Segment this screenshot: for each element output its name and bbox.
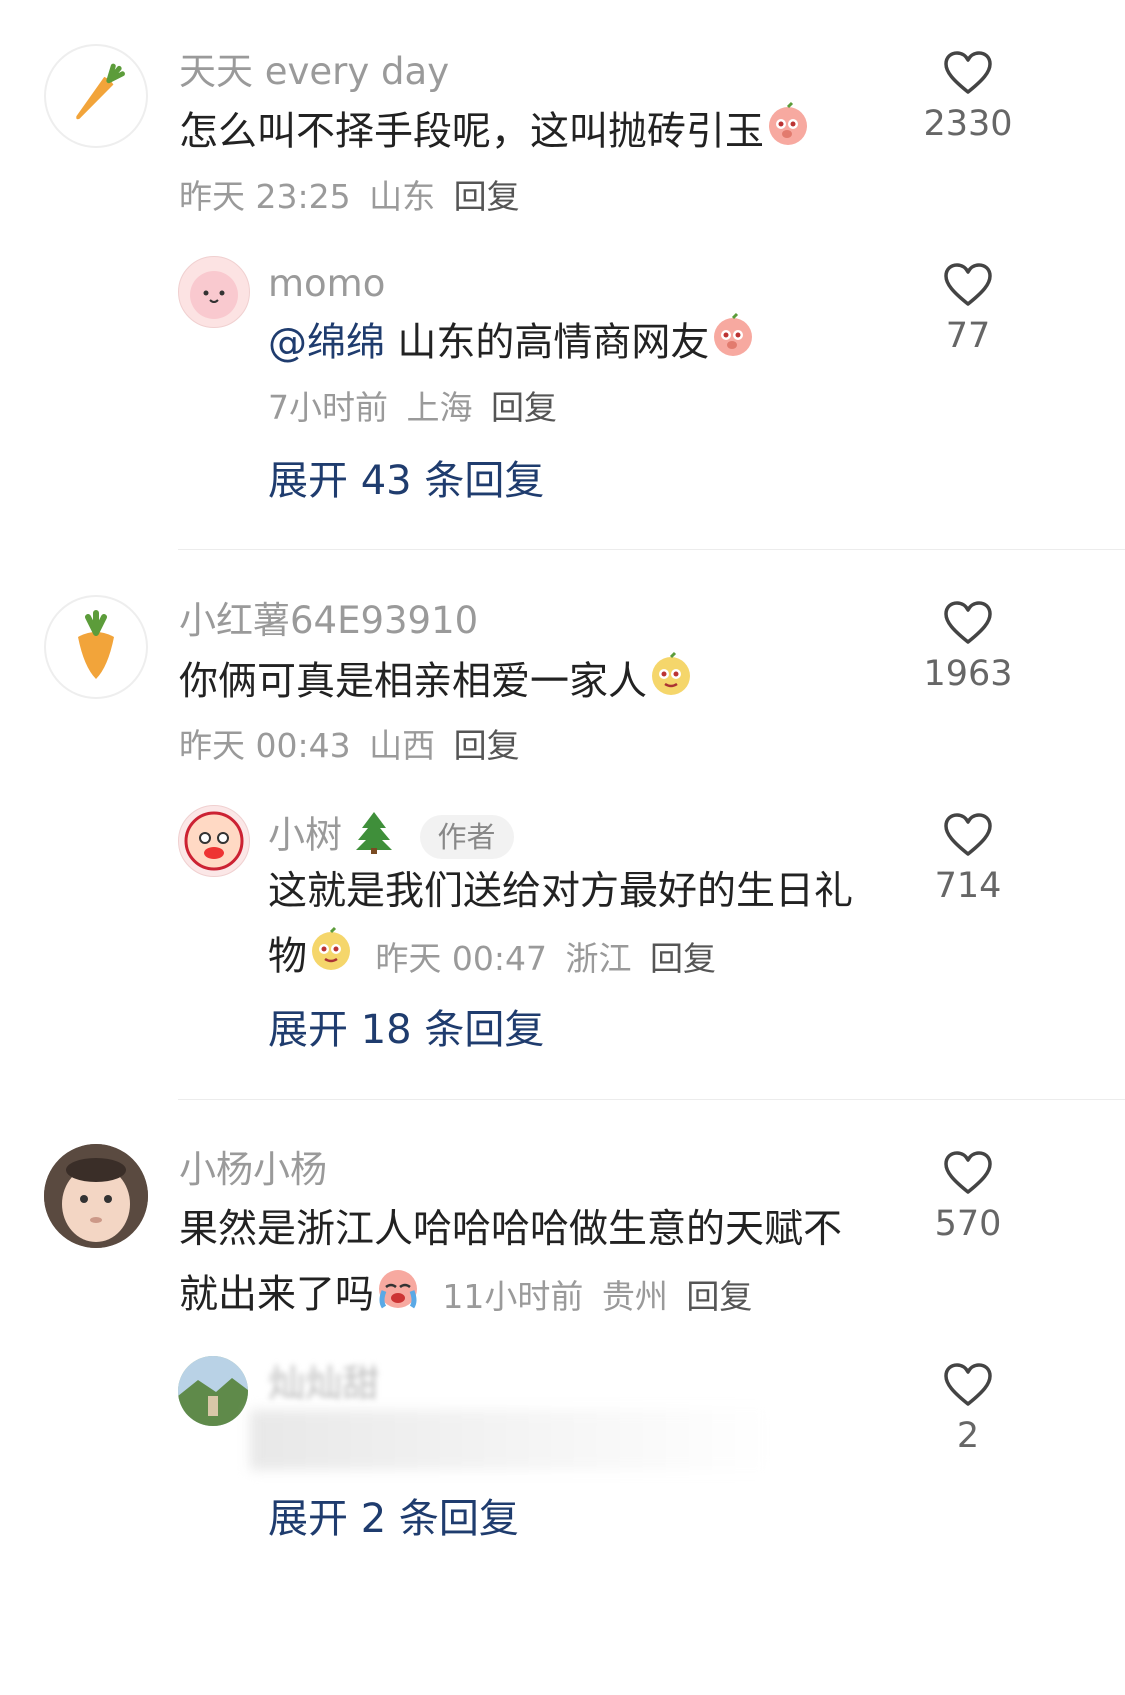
expand-replies-button[interactable]: 展开 2 条回复 <box>268 1494 519 1544</box>
reply-username[interactable]: momo <box>268 262 385 306</box>
like-count: 2 <box>956 1416 980 1456</box>
baby-photo-avatar-icon <box>44 1144 148 1248</box>
comment-body: 你俩可真是相亲相爱一家人 <box>179 659 648 705</box>
reply-button[interactable]: 回复 <box>454 177 520 216</box>
comment-time: 昨天 00:43 <box>179 726 351 765</box>
mention-link[interactable]: @绵绵 <box>268 321 385 366</box>
avatar[interactable] <box>44 595 148 699</box>
comment-location: 贵州 <box>601 1276 668 1316</box>
reply-button[interactable]: 回复 <box>491 388 557 427</box>
yellow-emoji-icon <box>647 650 695 718</box>
like-button[interactable]: 2 <box>913 1362 1023 1458</box>
reply-username[interactable]: 灿灿甜 <box>268 1362 379 1406</box>
comment-username[interactable]: 小杨小杨 <box>179 1148 327 1192</box>
comment-body: 怎么叫不择手段呢，这叫抛砖引玉 <box>179 109 765 155</box>
tree-icon <box>354 810 394 864</box>
reply-text-line2: 物 昨天 00:47 浙江 回复 <box>268 925 724 993</box>
heart-outline-icon[interactable] <box>943 50 993 96</box>
like-button[interactable]: 2330 <box>913 50 1023 146</box>
expand-replies-button[interactable]: 展开 18 条回复 <box>268 1005 544 1055</box>
like-button[interactable]: 570 <box>913 1150 1023 1246</box>
reply-text: @绵绵 山东的高情商网友 <box>268 311 757 379</box>
avatar[interactable] <box>44 44 148 148</box>
avatar[interactable] <box>178 1356 248 1426</box>
author-badge: 作者 <box>419 815 514 859</box>
like-count: 714 <box>934 866 1002 906</box>
like-button[interactable]: 714 <box>913 812 1023 908</box>
comment-username[interactable]: 小红薯64E93910 <box>179 599 478 643</box>
avatar[interactable] <box>178 805 250 877</box>
reply-button[interactable]: 回复 <box>650 939 716 978</box>
landscape-photo-avatar-icon <box>178 1356 248 1426</box>
like-count: 1963 <box>923 654 1013 694</box>
comment-text: 怎么叫不择手段呢，这叫抛砖引玉 <box>179 100 812 168</box>
heart-outline-icon[interactable] <box>943 812 993 858</box>
heart-outline-icon[interactable] <box>943 262 993 308</box>
reply-meta: 7小时前 上海 回复 <box>268 386 565 430</box>
expand-replies-button[interactable]: 展开 43 条回复 <box>268 456 544 506</box>
reply-text-line1: 这就是我们送给对方最好的生日礼 <box>268 869 854 914</box>
avatar[interactable] <box>178 256 250 328</box>
reply-time: 昨天 00:47 <box>375 938 548 978</box>
heart-outline-icon[interactable] <box>943 1362 993 1408</box>
carrot-icon <box>76 63 125 120</box>
reply-button[interactable]: 回复 <box>686 1277 752 1316</box>
comment-text-line2: 就出来了吗 11小时前 贵州 回复 <box>179 1263 760 1331</box>
divider <box>178 1099 1125 1100</box>
avatar[interactable] <box>44 1144 148 1248</box>
comment-location: 山西 <box>369 726 436 765</box>
reply-location: 浙江 <box>565 938 632 978</box>
comment-body-end: 就出来了吗 <box>179 1272 375 1318</box>
like-button[interactable]: 77 <box>913 262 1023 358</box>
blurred-reply-content <box>250 1410 770 1470</box>
divider <box>178 549 1125 550</box>
crying-emoji-icon <box>374 1263 422 1331</box>
peach-emoji-icon <box>709 311 757 379</box>
comment-meta: 昨天 23:25 山东 回复 <box>179 175 528 219</box>
like-count: 570 <box>934 1204 1002 1244</box>
yellow-emoji-icon <box>307 925 355 993</box>
heart-outline-icon[interactable] <box>943 600 993 646</box>
pink-blob-avatar-icon <box>190 271 238 319</box>
reply-username-row: 小树 作者 <box>268 810 514 864</box>
heart-outline-icon[interactable] <box>943 1150 993 1196</box>
reply-body: 山东的高情商网友 <box>397 320 710 366</box>
like-button[interactable]: 1963 <box>913 600 1023 696</box>
reply-username[interactable]: 小树 <box>268 814 342 857</box>
comment-time: 昨天 23:25 <box>179 177 351 216</box>
like-count: 77 <box>945 316 991 356</box>
comment-username[interactable]: 天天 every day <box>179 50 449 94</box>
comment-meta: 昨天 00:43 山西 回复 <box>179 724 528 768</box>
comment-time: 11小时前 <box>442 1276 584 1316</box>
carrot-icon <box>78 610 114 679</box>
comment-meta: 11小时前 贵州 回复 <box>442 1277 760 1316</box>
reply-button[interactable]: 回复 <box>454 726 520 765</box>
cartoon-avatar-icon <box>184 811 244 871</box>
reply-time: 7小时前 <box>268 388 388 427</box>
reply-meta: 昨天 00:47 浙江 回复 <box>375 939 724 978</box>
comment-location: 山东 <box>369 177 436 216</box>
comment-text-line1: 果然是浙江人哈哈哈哈做生意的天赋不 <box>179 1207 843 1252</box>
reply-body-end: 物 <box>268 934 308 980</box>
peach-emoji-icon <box>764 100 812 168</box>
comment-text: 你俩可真是相亲相爱一家人 <box>179 650 695 718</box>
reply-location: 上海 <box>406 388 473 427</box>
like-count: 2330 <box>923 104 1013 144</box>
